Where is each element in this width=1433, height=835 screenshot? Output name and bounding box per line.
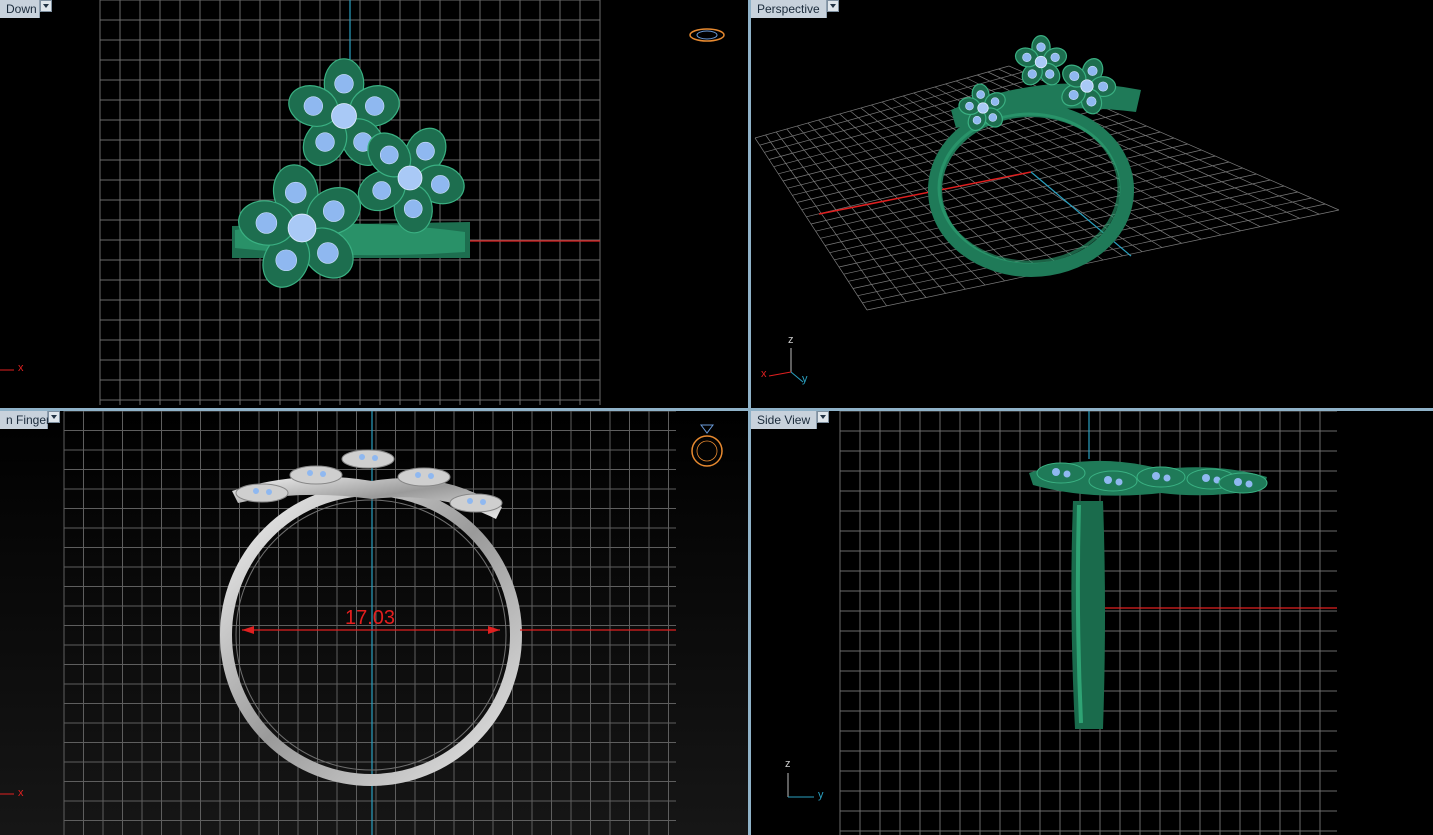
- view-dropdown-icon[interactable]: [827, 0, 839, 12]
- gem-dot: [1245, 480, 1253, 488]
- petal-silhouette: [1218, 472, 1268, 494]
- ring-side-view: [1029, 460, 1268, 729]
- viewport-title: Perspective: [757, 2, 820, 16]
- axis-x-label: x: [18, 787, 24, 799]
- dimension-label: 17.03: [345, 607, 396, 629]
- petal-silhouette: [1088, 470, 1138, 492]
- gem-dot: [1202, 474, 1210, 482]
- gem-dot: [1115, 478, 1123, 486]
- petal-silhouette: [397, 467, 451, 487]
- gem-dot: [1052, 468, 1060, 476]
- axis-z-label: z: [788, 334, 794, 346]
- viewport-down[interactable]: Down x: [0, 0, 748, 408]
- gem-dot: [1234, 478, 1242, 486]
- gem-dot: [320, 471, 326, 477]
- viewport-tab-finger[interactable]: n Finger: [0, 411, 51, 429]
- gem-dot: [467, 498, 473, 504]
- gem-dot: [266, 489, 272, 495]
- grid-perspective: [754, 34, 1340, 383]
- grid-side: [787, 411, 1337, 835]
- viewport-side[interactable]: Side View z y: [751, 411, 1433, 835]
- gem-dot: [307, 470, 313, 476]
- gem-dot: [1104, 476, 1112, 484]
- axis-y-label: y: [802, 373, 808, 385]
- viewport-tab-down[interactable]: Down: [0, 0, 40, 18]
- axis-x-label: x: [18, 362, 24, 374]
- grid-down: [0, 0, 725, 405]
- gem-dot: [253, 488, 259, 494]
- gem-dot: [428, 473, 434, 479]
- petal-silhouette: [289, 465, 343, 485]
- gem-dot: [1063, 470, 1071, 478]
- axis-triad: [768, 348, 804, 383]
- petal-silhouette: [235, 483, 289, 503]
- gem-dot: [415, 472, 421, 478]
- petal-silhouette: [449, 493, 503, 513]
- view-dropdown-icon[interactable]: [48, 411, 60, 423]
- viewport-tab-side[interactable]: Side View: [751, 411, 817, 429]
- axis-y-label: y: [818, 789, 824, 801]
- viewport-finger[interactable]: n Finger 17.03 x: [0, 411, 748, 835]
- flower-setting: [238, 164, 362, 288]
- petal-silhouette: [1136, 466, 1186, 488]
- view-dropdown-icon[interactable]: [40, 0, 52, 12]
- viewport-tab-perspective[interactable]: Perspective: [751, 0, 827, 18]
- viewport-perspective[interactable]: Perspective z x y: [751, 0, 1433, 408]
- gem-dot: [1163, 474, 1171, 482]
- viewport-title: Side View: [757, 413, 811, 427]
- viewport-title: Down: [6, 2, 37, 16]
- petal-silhouette: [1036, 462, 1086, 484]
- view-dropdown-icon[interactable]: [817, 411, 829, 423]
- gem-dot: [480, 499, 486, 505]
- axis-z-label: z: [785, 758, 791, 770]
- axis-x-label: x: [761, 368, 767, 380]
- ring-perspective: [928, 34, 1141, 277]
- petal-silhouette: [341, 449, 395, 469]
- viewport-title: n Finger: [6, 413, 51, 427]
- viewport-divider-horizontal[interactable]: [0, 408, 1433, 411]
- viewport-divider-vertical[interactable]: [748, 0, 751, 835]
- flower-setting: [1014, 34, 1068, 86]
- gem-dot: [1152, 472, 1160, 480]
- axis-triad: [787, 773, 814, 798]
- ring-orientation-icon: [689, 28, 725, 42]
- gem-dot: [372, 455, 378, 461]
- gem-dot: [359, 454, 365, 460]
